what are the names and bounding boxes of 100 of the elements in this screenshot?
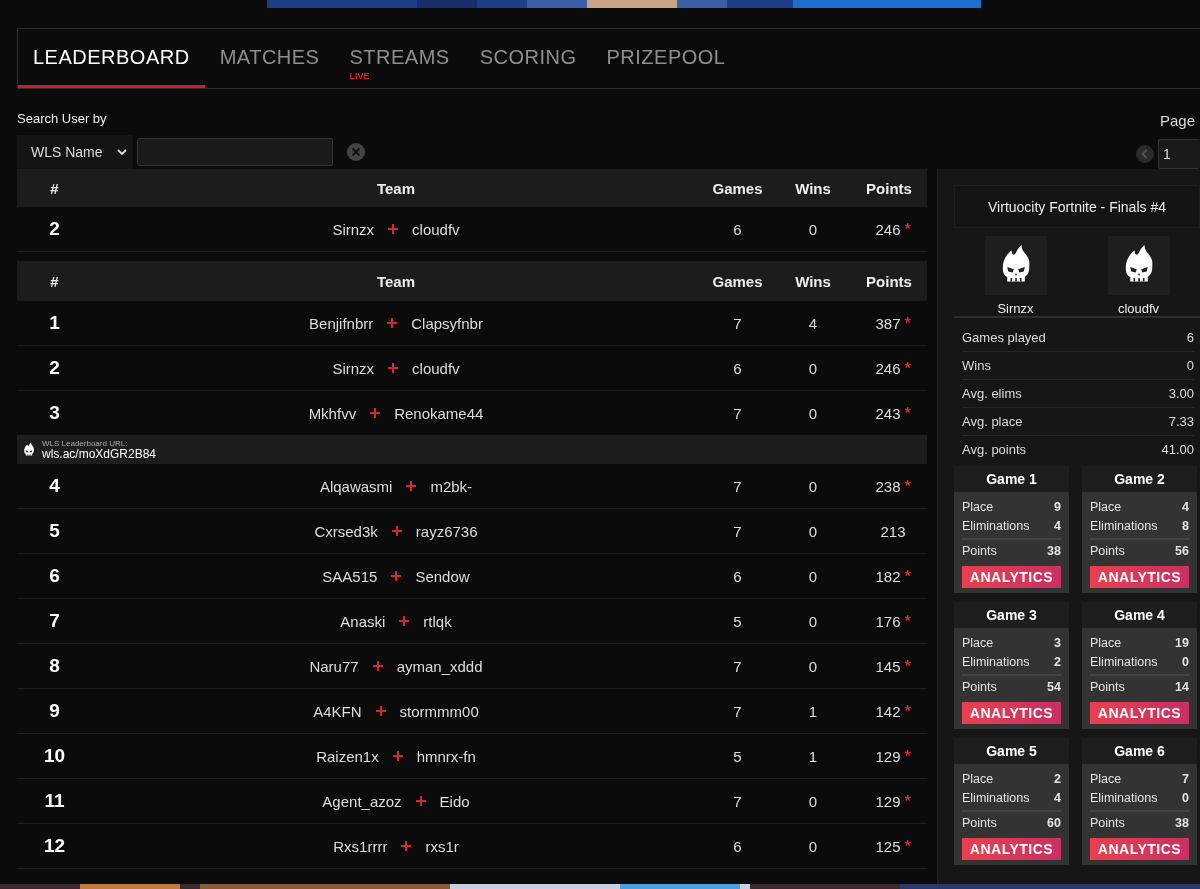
stat-label: Points: [1090, 680, 1125, 694]
points-value: 182: [875, 567, 901, 585]
points-value: 213: [880, 522, 906, 540]
stat-label: Place: [1090, 635, 1122, 650]
plus-icon: [406, 481, 417, 491]
game-title: Game 2: [1082, 466, 1197, 492]
wins-count: 0: [807, 404, 819, 422]
filter-dropdown[interactable]: WLS Name: [17, 135, 133, 169]
banner-label: WLS Leaderboard URL:: [42, 440, 129, 448]
games-count: 7: [732, 702, 743, 720]
analytics-button[interactable]: ANALYTICS: [1090, 702, 1189, 724]
player-name: Mkhfvv: [308, 404, 357, 422]
stat-value: 0: [1182, 790, 1189, 805]
stat-value: 9: [1054, 499, 1061, 514]
clear-icon[interactable]: [347, 143, 365, 161]
player-name: cloudfv: [1117, 301, 1160, 316]
player-name: rayz6736: [415, 522, 478, 540]
tab[interactable]: LEADERBOARD: [18, 29, 205, 88]
plus-icon: [388, 363, 399, 373]
stat-label: Points: [962, 680, 997, 694]
player-name: cloudfv: [412, 359, 460, 377]
stat-label: Place: [962, 771, 994, 786]
plus-icon: [375, 706, 386, 716]
wins-count: 0: [807, 522, 819, 540]
stat-value: 7.33: [1168, 414, 1194, 429]
stat-value: 8: [1182, 518, 1189, 533]
rank: 11: [43, 790, 66, 812]
tab[interactable]: STREAMS LIVE: [334, 29, 465, 88]
column-header: #: [49, 272, 60, 290]
event-title: Virtuocity Fortnite - Finals #4: [954, 185, 1200, 228]
games-count: 6: [732, 567, 743, 585]
plus-icon: [370, 408, 381, 418]
previous-icon[interactable]: [1136, 145, 1154, 163]
player-name: Agent_azoz: [322, 792, 402, 810]
stat-label: Eliminations: [962, 790, 1030, 805]
stat-label: Wins: [962, 358, 991, 373]
stat-value: 4: [1054, 790, 1061, 805]
analytics-button[interactable]: ANALYTICS: [962, 702, 1061, 724]
games-count: 7: [732, 477, 743, 495]
stat-value: 0: [1186, 358, 1194, 373]
stat-value: 41.00: [1161, 442, 1194, 457]
analytics-button[interactable]: ANALYTICS: [962, 838, 1061, 860]
stat-value: 0: [1182, 654, 1189, 669]
tab[interactable]: SCORING: [464, 29, 592, 88]
rank: 6: [48, 565, 61, 587]
stat-label: Place: [1090, 771, 1122, 786]
stat-label: Eliminations: [962, 518, 1030, 533]
tab[interactable]: PRIZEPOOL: [591, 29, 741, 88]
stat-label: Eliminations: [1090, 790, 1158, 805]
page-field[interactable]: 1: [1158, 139, 1200, 169]
stat-value: 6: [1186, 330, 1194, 345]
game-title: Game 4: [1082, 602, 1197, 628]
games-count: 5: [732, 612, 743, 630]
rank: 12: [42, 835, 67, 857]
wins-count: 0: [807, 567, 819, 585]
analytics-button[interactable]: ANALYTICS: [1090, 566, 1189, 588]
games-count: 5: [732, 747, 743, 765]
wins-count: 0: [807, 477, 819, 495]
rank: 9: [48, 700, 61, 722]
stat-label: Avg. points: [962, 442, 1027, 457]
analytics-button[interactable]: ANALYTICS: [962, 566, 1061, 588]
player-name: Cxrsed3k: [314, 522, 378, 540]
points-value: 129: [875, 747, 901, 765]
stat-label: Points: [1090, 816, 1125, 830]
skull-icon: [21, 442, 37, 458]
player-name: m2bk-: [430, 477, 473, 495]
player-name: Raizen1x: [316, 747, 379, 765]
wins-count: 0: [807, 837, 819, 855]
page-label: Page: [1159, 112, 1196, 129]
games-count: 7: [732, 522, 743, 540]
column-header: #: [49, 179, 60, 197]
live-label: LIVE: [349, 72, 370, 81]
stat-label: Points: [962, 816, 997, 830]
rank: 8: [48, 655, 61, 677]
analytics-button[interactable]: ANALYTICS: [1090, 838, 1189, 860]
points-value: 125: [875, 837, 901, 855]
wins-count: 0: [807, 359, 819, 377]
plus-icon: [401, 841, 412, 851]
player-name: cloudfv: [412, 220, 460, 238]
leaderboard-url[interactable]: wls.ac/moXdGR2B84: [42, 448, 157, 460]
stat-label: Place: [962, 499, 994, 514]
plus-icon: [399, 616, 410, 626]
game-title: Game 1: [954, 466, 1069, 492]
stat-label: Place: [1090, 499, 1122, 514]
player-name: Renokame44: [394, 404, 484, 422]
plus-icon: [391, 571, 402, 581]
wins-count: 0: [807, 220, 819, 238]
points-value: 246: [875, 359, 901, 377]
wins-count: 1: [807, 747, 819, 765]
player-name: Sirnzx: [997, 301, 1034, 316]
game-title: Game 3: [954, 602, 1069, 628]
search-field[interactable]: [137, 138, 333, 166]
stat-value: 2: [1054, 771, 1061, 786]
game-title: Game 5: [954, 738, 1069, 764]
plus-icon: [415, 796, 426, 806]
player-name: Sirnzx: [332, 359, 375, 377]
tab[interactable]: MATCHES: [204, 29, 335, 88]
points-value: 246: [875, 220, 901, 238]
stat-value: 3.00: [1168, 386, 1194, 401]
games-count: 6: [732, 220, 743, 238]
